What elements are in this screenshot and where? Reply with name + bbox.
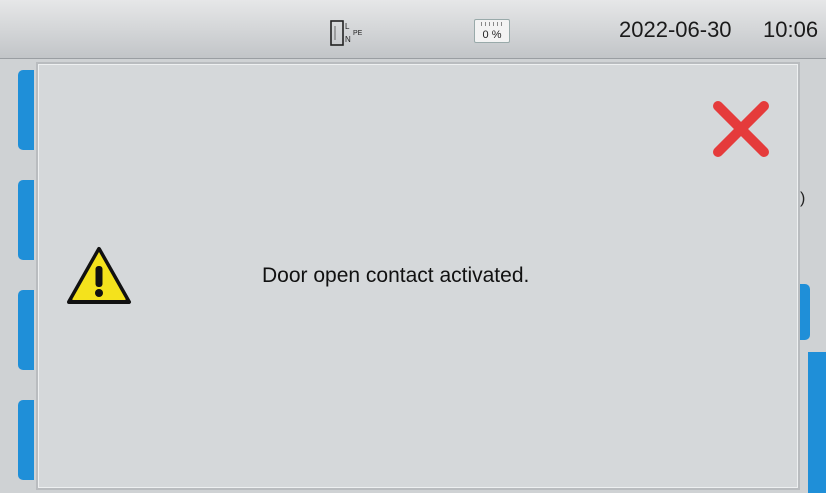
date-display: 2022-06-30: [619, 17, 732, 42]
warning-icon: [67, 247, 131, 304]
close-button[interactable]: [710, 98, 772, 160]
background-tab-1: [18, 70, 34, 150]
background-tab-3: [18, 290, 34, 370]
time-display: 10:06: [763, 17, 819, 42]
plug-label-pe: PE: [353, 30, 363, 37]
plug-icon: L N PE: [330, 20, 363, 46]
alert-dialog: Door open contact activated.: [36, 62, 800, 490]
battery-icon: 0 %: [474, 19, 510, 43]
battery-level: 0 %: [482, 29, 502, 41]
background-tab-4: [18, 400, 34, 480]
close-icon[interactable]: [710, 98, 772, 160]
background-right-panel: [808, 352, 826, 493]
alert-message: Door open contact activated.: [262, 264, 530, 287]
background-tab-2: [18, 180, 34, 260]
background-edge-text: ): [800, 190, 806, 207]
status-bar: L N PE 0 % 2022-06-30 10:06: [0, 0, 826, 59]
plug-label-n: N: [345, 35, 351, 44]
background-right-tab: [800, 284, 810, 340]
plug-label-l: L: [345, 22, 350, 31]
